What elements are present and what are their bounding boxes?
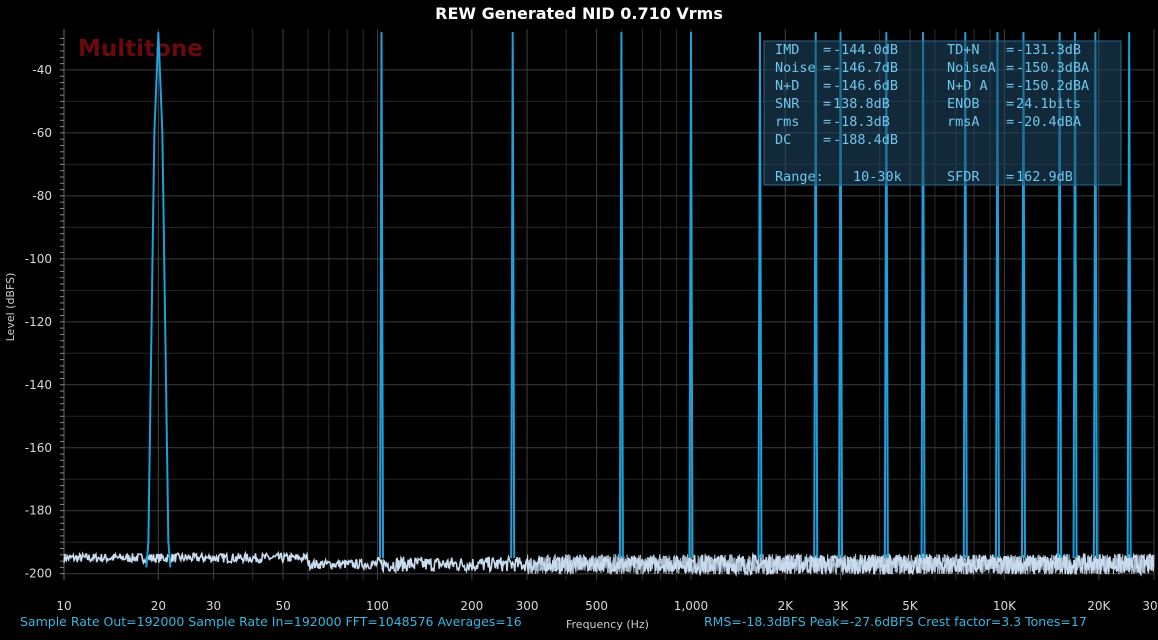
y-tick-label: -120 [25,315,52,329]
x-tick-label: 300 [516,599,539,613]
status-left: Sample Rate Out=192000 Sample Rate In=19… [20,614,522,629]
stat-equals: = [823,96,831,112]
stat-equals: = [1006,114,1014,130]
x-tick-label: 30K [1142,599,1158,613]
stat-label2: NoiseA [947,60,996,76]
watermark-label: Multitone [78,36,203,62]
stat-value2: -150.2dBA [1016,78,1089,94]
stat-equals: = [823,78,831,94]
stat-label: IMD [775,42,799,58]
stat-equals: = [823,42,831,58]
stat-label2: N+D A [947,78,988,94]
spectrum-chart: Multitone -40-60-80-100-120-140-160-180-… [4,29,1158,613]
stat-value2: 162.9dB [1016,169,1073,185]
stat-equals: = [1006,60,1014,76]
y-tick-label: -100 [25,252,52,266]
x-tick-label: 3K [833,599,850,613]
stat-label2: rmsA [947,114,980,130]
stat-equals: = [823,114,831,130]
stat-label: Range: [775,169,824,185]
stats-panel: IMD = -144.0dB TD+N = -131.3dBNoise = -146.7dB N… [763,40,1122,186]
stat-value: 10-30k [853,169,902,185]
y-tick-label: -140 [25,378,52,392]
stat-value: -146.7dB [833,60,898,76]
x-tick-label: 30 [206,599,221,613]
stat-value: -188.4dB [833,132,898,148]
x-tick-label: 50 [275,599,290,613]
y-tick-label: -60 [32,126,52,140]
stat-label: Noise [775,60,816,76]
stat-equals: = [1006,96,1014,112]
y-tick-label: -180 [25,504,52,518]
stat-label2: TD+N [947,42,980,58]
x-tick-label: 5K [902,599,919,613]
stat-label: SNR [775,96,800,112]
y-tick-label: -80 [32,189,52,203]
y-tick-label: -160 [25,441,52,455]
stat-label: N+D [775,78,799,94]
stat-equals: = [823,132,831,148]
x-axis-ticks: 10 20 30 50 100 200 300 500 1,000 2K 3K 5K 10K 20K 30K [56,599,1158,613]
x-tick-label: 10 [56,599,71,613]
stat-value: -144.0dB [833,42,898,58]
stat-value2: 24.1bits [1016,96,1081,112]
status-right: RMS=-18.3dBFS Peak=-27.6dBFS Crest facto… [704,614,1087,629]
x-tick-label: 200 [460,599,483,613]
stat-value2: -20.4dBA [1016,114,1081,130]
x-axis-title: Frequency (Hz) [566,618,649,631]
y-tick-label: -200 [25,567,52,581]
stat-value2: -150.3dBA [1016,60,1089,76]
stat-value: -146.6dB [833,78,898,94]
stat-equals: = [1006,42,1014,58]
y-tick-label: -40 [32,63,52,77]
stat-value2: -131.3dB [1016,42,1081,58]
y-axis-title: Level (dBFS) [4,273,17,342]
x-tick-label: 20K [1087,599,1111,613]
stat-label2: ENOB [947,96,980,112]
stat-equals: = [823,60,831,76]
stat-value: 138.8dB [833,96,890,112]
x-tick-label: 100 [366,599,389,613]
y-axis-ticks: -40 -60 -80 -100 -120 -140 -160 -180 -200 [25,37,64,581]
x-tick-label: 2K [778,599,795,613]
stat-label: rms [775,114,799,130]
x-tick-label: 10K [993,599,1017,613]
x-tick-label: 20 [151,599,166,613]
stat-label: DC [775,132,791,148]
stat-equals: = [1006,78,1014,94]
x-tick-label: 500 [585,599,608,613]
x-tick-label: 1,000 [674,599,708,613]
stat-equals: = [1006,169,1014,185]
stat-label2: SFDR [947,169,980,185]
stat-value: -18.3dB [833,114,890,130]
